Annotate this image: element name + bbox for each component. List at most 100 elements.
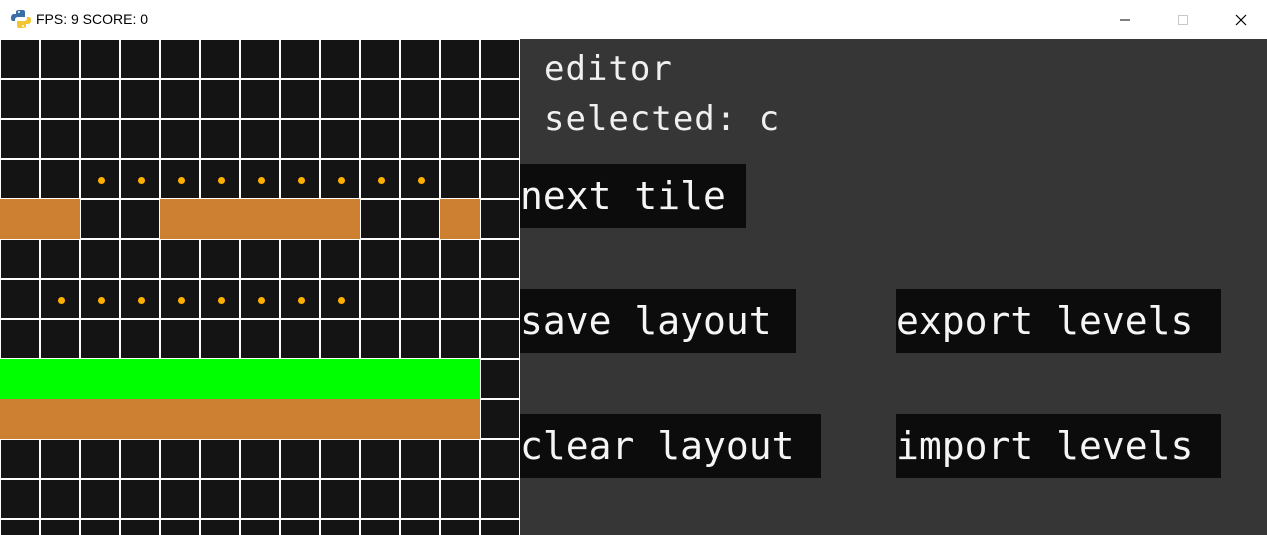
empty-tile[interactable] [400,79,440,119]
empty-tile[interactable] [0,439,40,479]
empty-tile[interactable] [120,79,160,119]
empty-tile[interactable] [80,39,120,79]
empty-tile[interactable] [0,159,40,199]
coin-tile[interactable] [200,159,240,199]
coin-tile[interactable] [40,279,80,319]
dirt-tile[interactable] [280,399,320,439]
empty-tile[interactable] [400,319,440,359]
coin-tile[interactable] [280,279,320,319]
empty-tile[interactable] [0,519,40,535]
empty-tile[interactable] [320,239,360,279]
empty-tile[interactable] [480,199,520,239]
empty-tile[interactable] [200,479,240,519]
grass-tile[interactable] [440,359,480,399]
empty-tile[interactable] [360,239,400,279]
empty-tile[interactable] [120,239,160,279]
empty-tile[interactable] [240,319,280,359]
empty-tile[interactable] [480,239,520,279]
coin-tile[interactable] [160,159,200,199]
empty-tile[interactable] [40,319,80,359]
empty-tile[interactable] [160,479,200,519]
dirt-tile[interactable] [120,399,160,439]
grass-tile[interactable] [40,359,80,399]
dirt-tile[interactable] [200,199,240,239]
empty-tile[interactable] [80,79,120,119]
dirt-tile[interactable] [360,399,400,439]
coin-tile[interactable] [240,279,280,319]
grass-tile[interactable] [240,359,280,399]
empty-tile[interactable] [160,319,200,359]
grass-tile[interactable] [160,359,200,399]
close-button[interactable] [1212,0,1267,39]
empty-tile[interactable] [240,119,280,159]
empty-tile[interactable] [0,79,40,119]
empty-tile[interactable] [440,39,480,79]
empty-tile[interactable] [280,239,320,279]
empty-tile[interactable] [160,39,200,79]
coin-tile[interactable] [360,159,400,199]
empty-tile[interactable] [480,359,520,399]
dirt-tile[interactable] [40,199,80,239]
empty-tile[interactable] [400,479,440,519]
coin-tile[interactable] [200,279,240,319]
empty-tile[interactable] [480,439,520,479]
empty-tile[interactable] [320,119,360,159]
empty-tile[interactable] [160,519,200,535]
empty-tile[interactable] [120,519,160,535]
empty-tile[interactable] [200,239,240,279]
coin-tile[interactable] [80,279,120,319]
empty-tile[interactable] [240,439,280,479]
dirt-tile[interactable] [240,199,280,239]
empty-tile[interactable] [0,39,40,79]
empty-tile[interactable] [440,239,480,279]
empty-tile[interactable] [400,279,440,319]
empty-tile[interactable] [160,119,200,159]
empty-tile[interactable] [320,439,360,479]
empty-tile[interactable] [320,79,360,119]
dirt-tile[interactable] [320,199,360,239]
empty-tile[interactable] [0,239,40,279]
empty-tile[interactable] [400,239,440,279]
next-tile-button[interactable]: next tile [520,164,746,228]
empty-tile[interactable] [280,119,320,159]
empty-tile[interactable] [0,119,40,159]
empty-tile[interactable] [480,39,520,79]
empty-tile[interactable] [40,519,80,535]
empty-tile[interactable] [200,439,240,479]
empty-tile[interactable] [360,279,400,319]
empty-tile[interactable] [440,479,480,519]
empty-tile[interactable] [400,519,440,535]
empty-tile[interactable] [40,439,80,479]
empty-tile[interactable] [440,439,480,479]
empty-tile[interactable] [240,39,280,79]
dirt-tile[interactable] [280,199,320,239]
coin-tile[interactable] [120,279,160,319]
empty-tile[interactable] [200,79,240,119]
empty-tile[interactable] [320,519,360,535]
coin-tile[interactable] [120,159,160,199]
empty-tile[interactable] [160,79,200,119]
empty-tile[interactable] [480,159,520,199]
minimize-button[interactable] [1096,0,1154,39]
empty-tile[interactable] [120,479,160,519]
empty-tile[interactable] [80,519,120,535]
empty-tile[interactable] [160,439,200,479]
empty-tile[interactable] [80,119,120,159]
empty-tile[interactable] [40,239,80,279]
empty-tile[interactable] [360,119,400,159]
empty-tile[interactable] [400,439,440,479]
save-layout-button[interactable]: save layout [520,289,796,353]
empty-tile[interactable] [240,79,280,119]
empty-tile[interactable] [360,439,400,479]
empty-tile[interactable] [480,119,520,159]
empty-tile[interactable] [40,479,80,519]
dirt-tile[interactable] [200,399,240,439]
clear-layout-button[interactable]: clear layout [520,414,821,478]
dirt-tile[interactable] [160,199,200,239]
dirt-tile[interactable] [240,399,280,439]
dirt-tile[interactable] [440,399,480,439]
coin-tile[interactable] [400,159,440,199]
empty-tile[interactable] [240,239,280,279]
empty-tile[interactable] [0,279,40,319]
empty-tile[interactable] [360,199,400,239]
